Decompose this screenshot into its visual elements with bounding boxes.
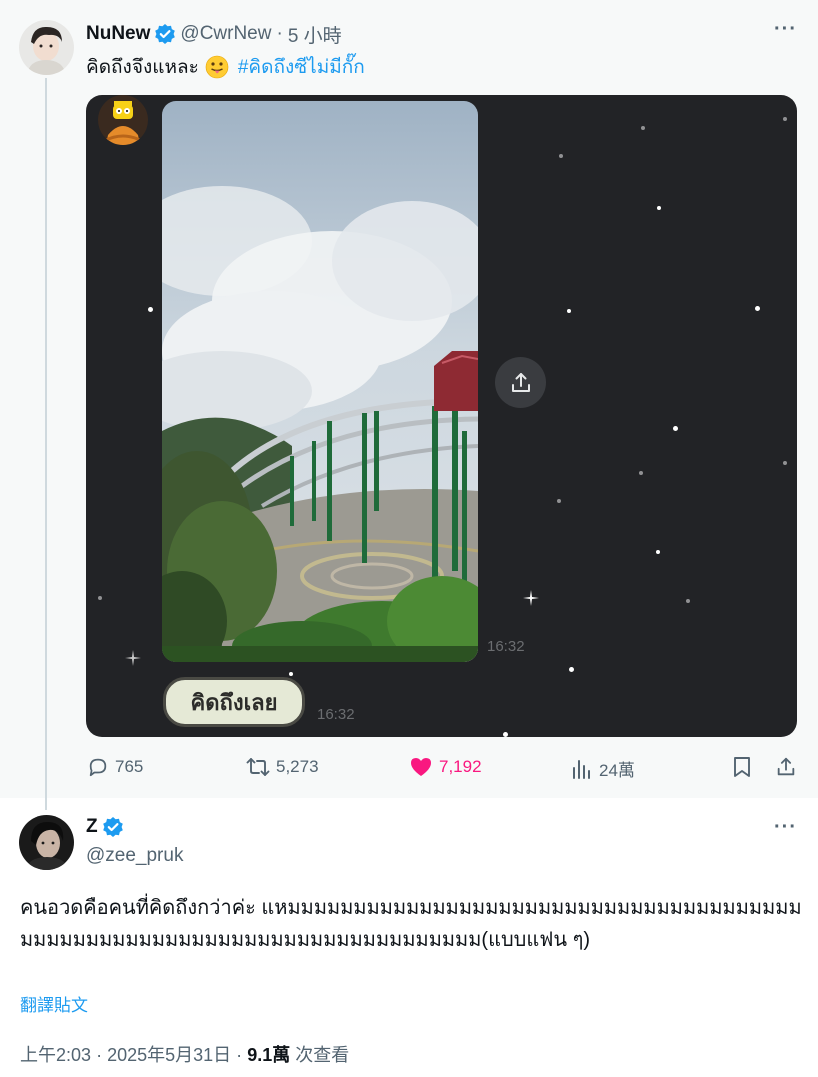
star-decoration [686, 599, 690, 603]
bookmark-icon [734, 757, 750, 777]
repost-count: 5,273 [276, 757, 319, 776]
tweet-text-body: คิดถึงจึงแหละ [86, 57, 199, 78]
tweet-header: Z [86, 816, 124, 838]
author-name[interactable]: Z [86, 816, 98, 838]
views-count: 24萬 [599, 761, 635, 780]
star-decoration [656, 550, 660, 554]
parent-tweet[interactable]: NuNew @CwrNew · 5 小時 ··· คิดถึงจึงแหละ #… [0, 0, 818, 810]
shared-photo[interactable] [162, 101, 478, 662]
thread-connector-line [45, 78, 47, 810]
author-handle[interactable]: @CwrNew [180, 23, 271, 45]
star-decoration [783, 117, 787, 121]
star-decoration [98, 596, 102, 600]
share-button[interactable] [775, 756, 803, 778]
separator: · [276, 23, 283, 44]
analytics-icon [573, 759, 590, 779]
hashtag-link[interactable]: #คิดถึงซีไม่มีกั๊ก [238, 52, 365, 82]
tweet-date[interactable]: 2025年5月31日 [107, 1045, 231, 1065]
tweet-metadata: 上午2:03 · 2025年5月31日 · 9.1萬 次查看 [20, 1041, 349, 1067]
message-timestamp: 16:32 [317, 706, 355, 723]
share-icon [511, 372, 530, 392]
share-icon [777, 757, 795, 776]
star-decoration [569, 667, 574, 672]
media-attachment[interactable]: 16:32 คิดถึงเลย 16:32 [86, 95, 797, 737]
star-decoration [148, 307, 153, 312]
separator: · [236, 1045, 243, 1065]
star-decoration [567, 309, 571, 313]
tweet-time[interactable]: 上午2:03 [20, 1045, 91, 1065]
tweet-text: คนอวดคือคนที่คิดถึงกว่าค่ะ แหมมมมมมมมมมม… [20, 897, 802, 951]
message-timestamp: 16:32 [487, 638, 525, 655]
star-decoration [755, 306, 760, 311]
chat-avatar [98, 95, 148, 145]
reply-icon [89, 758, 107, 777]
verified-badge-icon [102, 816, 124, 838]
like-button[interactable]: 7,192 [409, 756, 482, 778]
avatar[interactable] [19, 815, 74, 870]
tweet-header: NuNew @CwrNew · 5 小時 [86, 21, 342, 48]
separator: · [96, 1045, 103, 1065]
more-options-icon[interactable]: ··· [774, 816, 797, 839]
heart-filled-icon [411, 758, 431, 776]
star-decoration [673, 426, 678, 431]
views-label: 次查看 [295, 1045, 350, 1065]
author-name[interactable]: NuNew [86, 23, 150, 45]
sticker-message: คิดถึงเลย [163, 677, 305, 727]
author-handle[interactable]: @zee_pruk [86, 845, 183, 867]
views-button[interactable]: 24萬 [571, 756, 635, 781]
star-decoration [783, 461, 787, 465]
star-decoration [559, 154, 563, 158]
tweet-time[interactable]: 5 小時 [288, 21, 342, 48]
views-count: 9.1萬 [247, 1045, 291, 1065]
avatar[interactable] [19, 20, 74, 75]
translate-post-link[interactable]: 翻譯貼文 [20, 991, 88, 1016]
star-decoration [641, 126, 645, 130]
star-decoration [289, 672, 293, 676]
star-decoration [639, 471, 643, 475]
bookmark-button[interactable] [732, 756, 758, 778]
tweet-action-bar: 765 5,273 7,192 24萬 [0, 756, 818, 784]
star-decoration [557, 499, 561, 503]
repost-button[interactable]: 5,273 [246, 756, 319, 778]
verified-badge-icon [154, 23, 176, 45]
reply-count: 765 [115, 757, 144, 776]
star-decoration [657, 206, 661, 210]
like-count: 7,192 [439, 757, 482, 776]
more-options-icon[interactable]: ··· [774, 18, 797, 41]
sparkle-icon [125, 650, 141, 666]
sticker-text: คิดถึงเลย [190, 689, 278, 715]
face-with-tongue-icon [205, 55, 229, 79]
reply-button[interactable]: 765 [87, 756, 143, 778]
share-media-button[interactable] [495, 357, 546, 408]
tweet-text: คิดถึงจึงแหละ #คิดถึงซีไม่มีกั๊ก [86, 52, 365, 82]
repost-icon [246, 758, 270, 776]
sparkle-icon [523, 590, 539, 606]
star-decoration [503, 732, 508, 737]
